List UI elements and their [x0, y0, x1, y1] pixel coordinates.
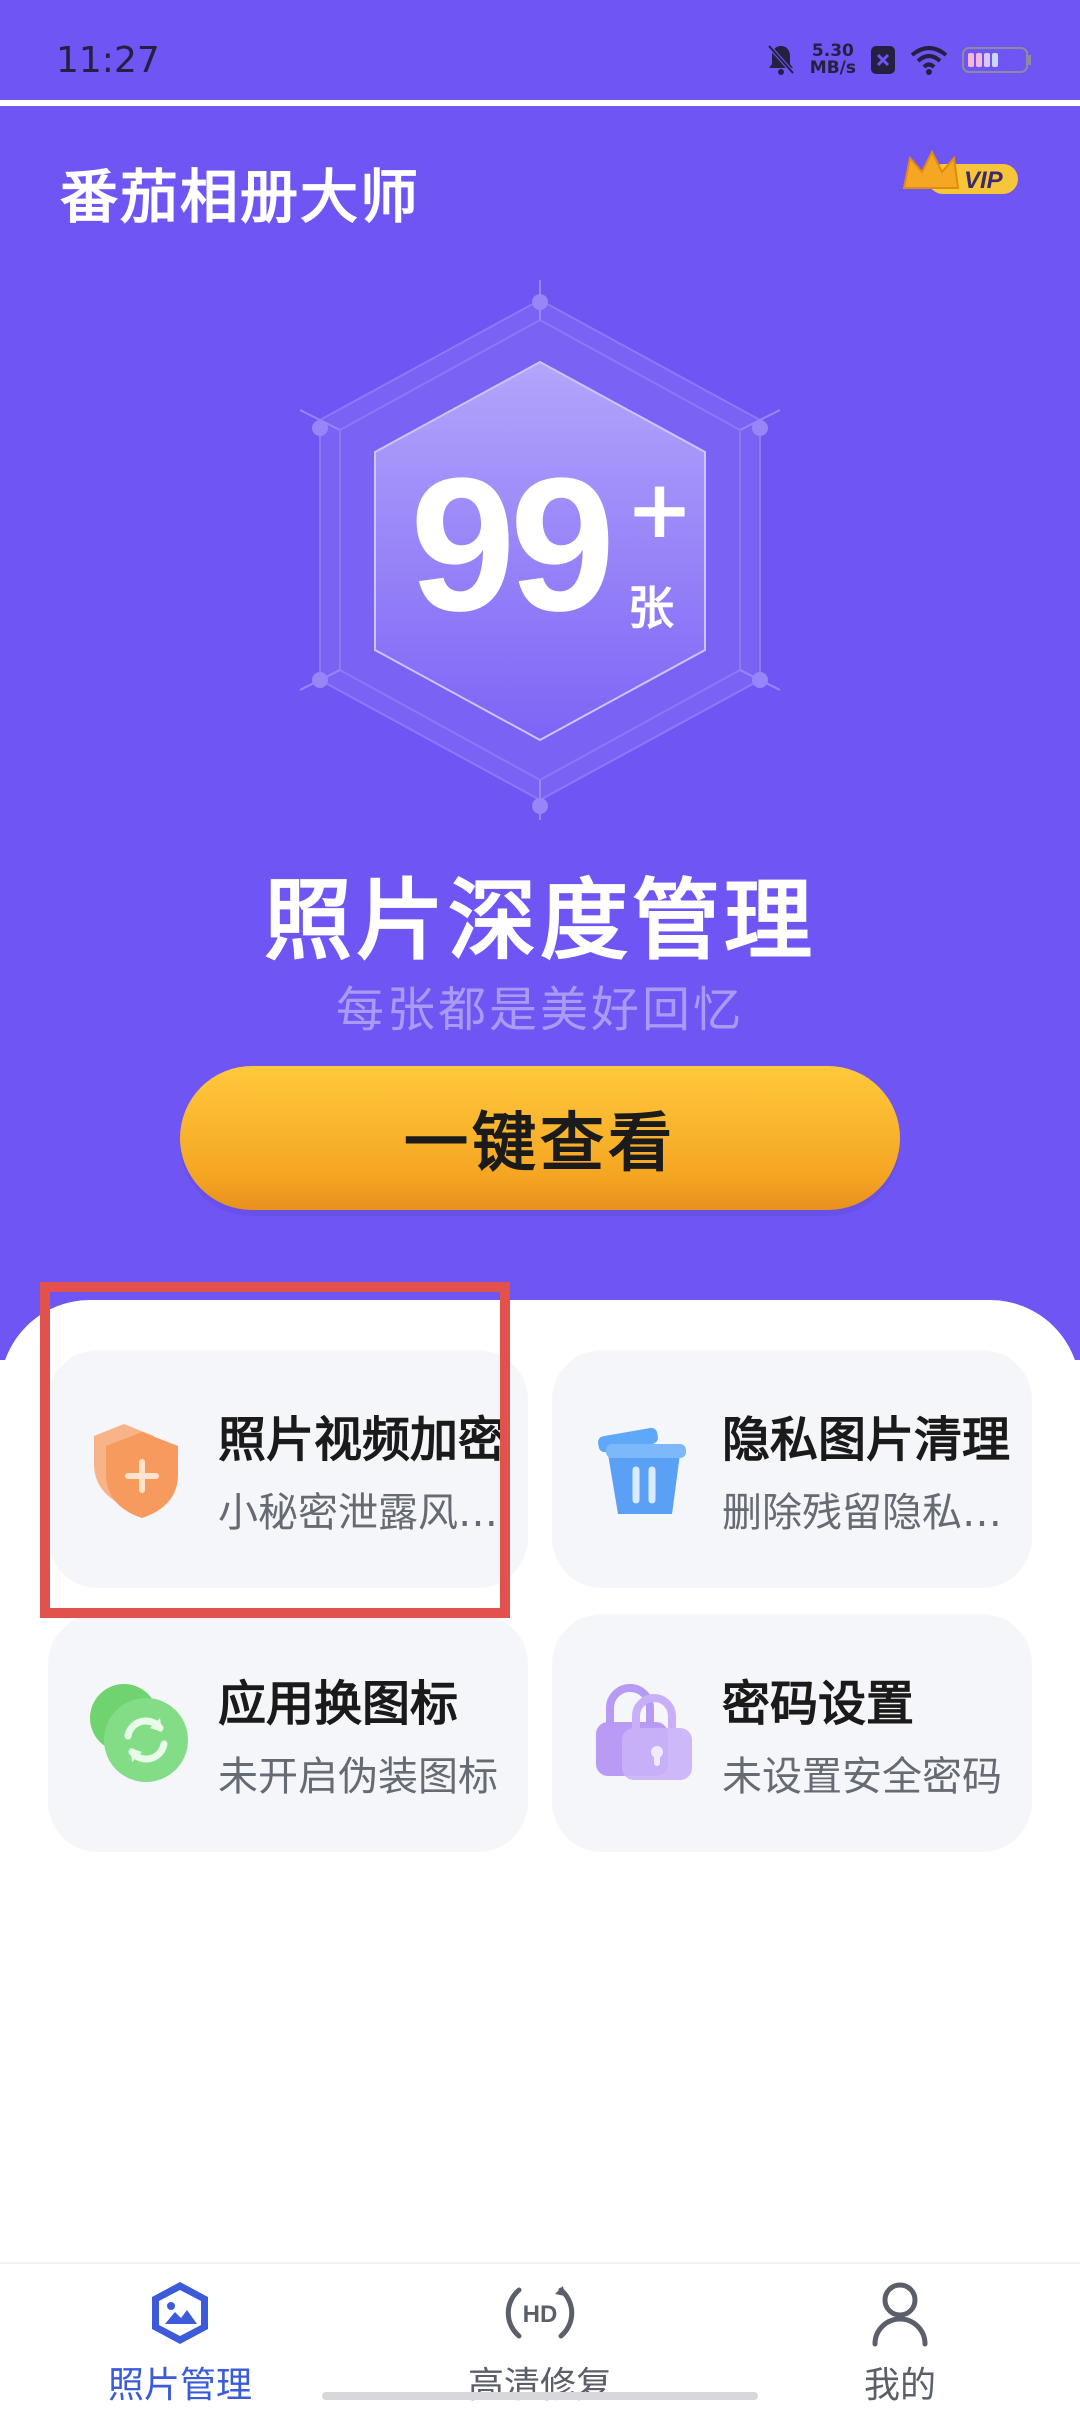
sim-x-icon [871, 46, 895, 74]
mute-bell-icon [767, 44, 795, 75]
vip-badge[interactable]: VIP [902, 149, 1020, 198]
subline: 每张都是美好回忆 [335, 982, 744, 1038]
net-speed: 5.30 MB/s [810, 43, 856, 77]
nav-label: 高清修复 [467, 2365, 612, 2406]
feature-card-app-icon[interactable]: 应用换图标 未开启伪装图标 [48, 1614, 528, 1852]
photo-count-unit: 张 [628, 581, 674, 635]
home-indicator[interactable] [322, 2392, 758, 2400]
status-bar: 11:27 5.30 MB/s [0, 0, 1080, 106]
headline: 照片深度管理 [263, 869, 816, 972]
bottom-nav: 照片管理 HD 高清修复 我的 [0, 2262, 1080, 2410]
lock-icon [596, 1684, 692, 1780]
nav-item-photo-manage[interactable]: 照片管理 [30, 2264, 330, 2410]
hd-icon: HD [505, 2286, 575, 2339]
feature-title: 隐私图片清理 [722, 1412, 1011, 1468]
photo-count: 99 [410, 439, 615, 651]
feature-card-password[interactable]: 密码设置 未设置安全密码 [552, 1614, 1032, 1852]
wifi-icon [910, 46, 948, 75]
feature-desc: 未开启伪装图标 [218, 1754, 498, 1800]
refresh-icon [90, 1684, 188, 1782]
net-speed-unit: MB/s [809, 58, 856, 78]
status-divider [0, 100, 1080, 106]
feature-desc: 删除残留隐私… [722, 1490, 1002, 1536]
nav-label: 照片管理 [107, 2365, 252, 2406]
trash-icon [598, 1427, 686, 1514]
crown-icon: VIP [902, 149, 1018, 194]
photo-manage-icon [152, 2282, 208, 2344]
photo-count-plus: + [626, 463, 694, 556]
feature-desc: 未设置安全密码 [722, 1754, 1002, 1800]
nav-label: 我的 [863, 2365, 936, 2406]
view-now-button[interactable]: 一键查看 [180, 1066, 900, 1210]
status-icons: 5.30 MB/s [766, 40, 1032, 80]
app-title: 番茄相册大师 [60, 163, 421, 231]
svg-text:HD: HD [523, 2301, 558, 2328]
person-icon [872, 2282, 928, 2347]
vip-label: VIP [964, 167, 1004, 194]
feature-title: 应用换图标 [218, 1676, 459, 1732]
feature-card-clean[interactable]: 隐私图片清理 删除残留隐私… [552, 1350, 1032, 1588]
status-time: 11:27 [56, 40, 160, 81]
battery-icon [962, 47, 1031, 73]
nav-item-hd-repair[interactable]: HD 高清修复 [390, 2264, 690, 2410]
highlight-box [40, 1282, 510, 1618]
feature-title: 密码设置 [722, 1676, 915, 1732]
nav-item-mine[interactable]: 我的 [750, 2264, 1050, 2410]
